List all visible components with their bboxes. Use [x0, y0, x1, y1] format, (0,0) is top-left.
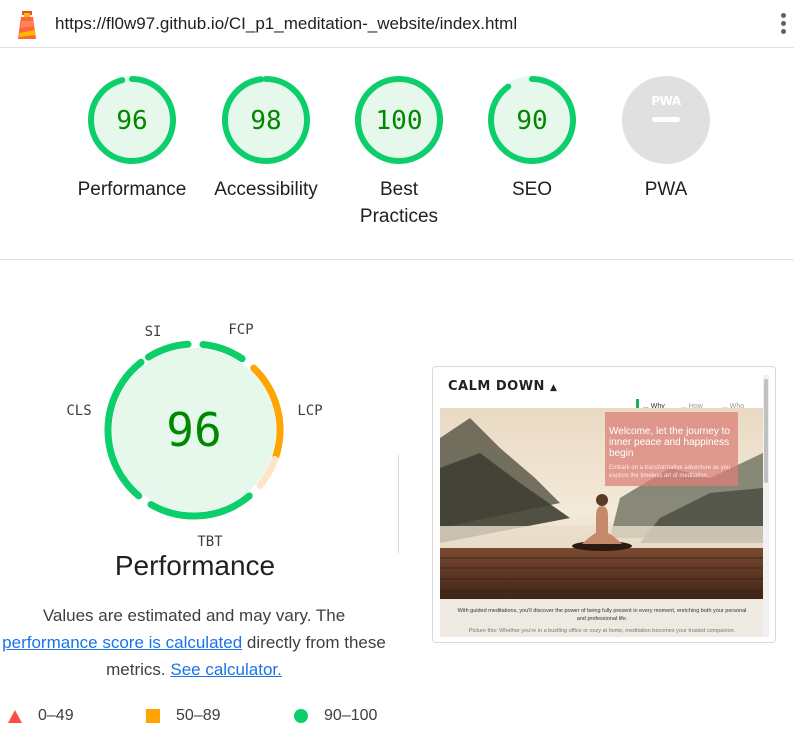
cls-label: CLS: [66, 403, 91, 419]
legend-fail: 0–49: [8, 707, 74, 725]
page-url[interactable]: https://fl0w97.github.io/CI_p1_meditatio…: [55, 14, 517, 34]
final-screenshot-thumbnail[interactable]: CALM DOWN ▲ ... Why ... How ... Who Welc…: [432, 366, 776, 643]
performance-score: 96: [116, 106, 147, 136]
hero-image: Welcome, let the journey to inner peace …: [440, 408, 763, 599]
best-practices-score: 100: [376, 106, 423, 136]
circle-icon: [294, 709, 308, 723]
gauge-performance[interactable]: 96 Performance: [62, 72, 202, 203]
more-menu-icon[interactable]: [780, 13, 788, 37]
score-legend: 0–49 50–89 90–100: [8, 707, 408, 731]
hero-panel: Welcome, let the journey to inner peace …: [605, 412, 738, 486]
legend-pass-range: 90–100: [324, 707, 378, 724]
gauge-pwa[interactable]: PWA PWA: [596, 72, 736, 203]
note-metrics: metrics.: [106, 660, 166, 679]
score-calculated-link[interactable]: performance score is calculated: [2, 633, 242, 652]
hero-subtext: Embark on a transformative adventure as …: [609, 465, 731, 479]
legend-average: 50–89: [146, 707, 221, 725]
square-icon: [146, 709, 160, 723]
vertical-divider: [398, 455, 399, 553]
si-label: SI: [145, 324, 162, 340]
legend-pass: 90–100: [294, 707, 377, 725]
note-prefix: Values are estimated and may vary. The: [42, 606, 346, 625]
best-practices-score-ring: 100: [355, 76, 443, 164]
tbt-label: TBT: [197, 534, 223, 550]
url-bar: https://fl0w97.github.io/CI_p1_meditatio…: [0, 0, 794, 48]
intro-text-2: Picture this: Whether you're in a bustli…: [468, 628, 736, 634]
best-practices-label: Best Practices: [359, 179, 439, 227]
accessibility-score-ring: 98: [222, 76, 310, 164]
performance-title: Performance: [114, 550, 276, 581]
estimate-note: Values are estimated and may vary. The p…: [0, 602, 388, 683]
seo-label: SEO: [511, 179, 553, 200]
pwa-badge-text: PWA: [651, 94, 681, 108]
website-preview: CALM DOWN ▲ ... Why ... How ... Who Welc…: [439, 371, 763, 637]
site-brand: CALM DOWN ▲: [448, 379, 558, 394]
note-middle: directly from these: [246, 633, 386, 652]
performance-label: Performance: [77, 179, 187, 200]
gauge-seo[interactable]: 90 SEO: [462, 72, 602, 203]
see-calculator-link[interactable]: See calculator.: [170, 660, 282, 679]
legend-fail-range: 0–49: [38, 707, 74, 724]
performance-big-score: 96: [166, 403, 221, 457]
accessibility-score: 98: [250, 106, 281, 136]
legend-average-range: 50–89: [176, 707, 221, 724]
triangle-icon: [8, 709, 22, 723]
pwa-label: PWA: [644, 179, 688, 200]
performance-metrics-gauge: 96 SI FCP LCP TBT CLS: [66, 322, 322, 550]
seo-score-ring: 90: [488, 76, 576, 164]
lcp-label: LCP: [297, 403, 322, 419]
lighthouse-logo-icon: [18, 11, 36, 39]
performance-score-ring: 96: [88, 76, 176, 164]
fcp-label: FCP: [228, 322, 253, 338]
gauge-best-practices[interactable]: 100 Best Practices: [329, 72, 469, 230]
category-gauges: 96 Performance 98 Accessibility 100 Best…: [0, 48, 794, 260]
hero-heading: Welcome, let the journey to inner peace …: [609, 426, 730, 459]
accessibility-label: Accessibility: [214, 179, 318, 200]
intro-section: With guided meditations, you'll discover…: [440, 599, 763, 637]
pwa-badge-icon: PWA: [622, 76, 710, 164]
thumbnail-scrollbar[interactable]: [763, 375, 769, 637]
gauge-accessibility[interactable]: 98 Accessibility: [196, 72, 336, 203]
intro-text: With guided meditations, you'll discover…: [457, 608, 747, 622]
seo-score: 90: [516, 106, 547, 136]
